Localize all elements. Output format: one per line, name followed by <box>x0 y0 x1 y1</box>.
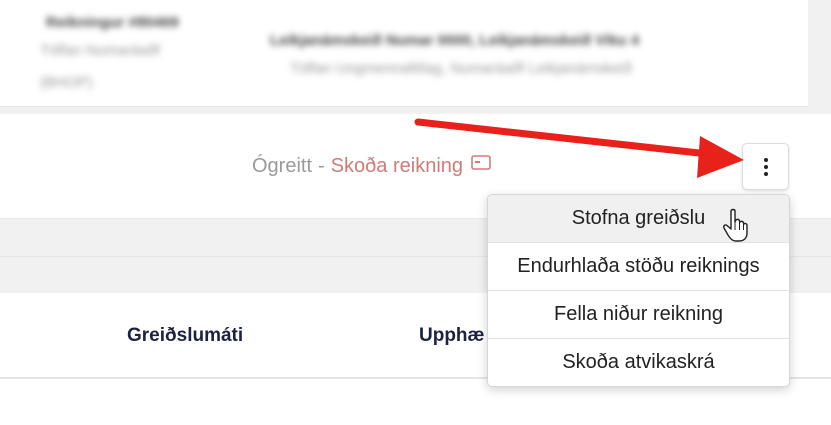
menu-item-reload-invoice-status[interactable]: Endurhlaða stöðu reiknings <box>488 243 789 291</box>
invoice-title: Reikningur #80469 <box>46 14 179 31</box>
view-invoice-link[interactable]: Skoða reikning <box>331 155 463 177</box>
menu-item-create-payment[interactable]: Stofna greiðslu <box>488 195 789 243</box>
kebab-dot <box>763 171 768 176</box>
kebab-dot <box>763 157 768 162</box>
invoice-subtitle-code: (BHOP) <box>40 74 93 91</box>
status-unpaid: Ógreitt <box>252 155 313 177</box>
invoice-subtitle: Tölfan Numaráaðf <box>40 42 161 59</box>
status-line: Ógreitt - Skoða reikning <box>252 155 491 178</box>
column-header-amount: Upphæ <box>419 325 485 346</box>
column-header-payment-method: Greiðslumáti <box>127 325 244 346</box>
more-actions-button[interactable] <box>742 143 789 190</box>
menu-item-view-event-log[interactable]: Skoða atvikaskrá <box>488 339 789 386</box>
invoice-summary-card: Reikningur #80469 Tölfan Numaráaðf (BHOP… <box>0 0 808 107</box>
actions-dropdown-menu: Stofna greiðslu Endurhlaða stöðu reiknin… <box>487 194 790 387</box>
credit-card-icon[interactable] <box>471 153 491 176</box>
menu-item-cancel-invoice[interactable]: Fella niður reikning <box>488 291 789 339</box>
kebab-dot <box>763 164 768 169</box>
invoice-product: Leikjanámskeið Numar 0000, Leikjanámskei… <box>270 32 640 49</box>
status-separator: - <box>318 155 325 177</box>
invoice-organization: Tölfan Ungmennafélag, Numaráaðf Leikjaná… <box>290 60 632 77</box>
